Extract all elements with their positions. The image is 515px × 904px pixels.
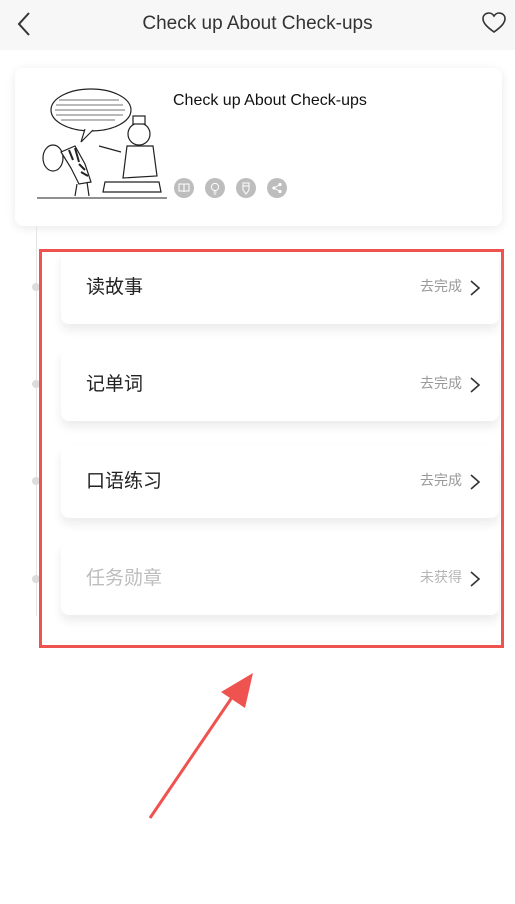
favorite-button[interactable] [477, 8, 511, 38]
book-icon[interactable] [174, 178, 194, 198]
lightbulb-icon[interactable] [205, 178, 225, 198]
share-icon[interactable] [267, 178, 287, 198]
pencil-icon[interactable] [236, 178, 256, 198]
page-title: Check up About Check-ups [142, 13, 373, 34]
book-title: Check up About Check-ups [173, 92, 367, 109]
chevron-left-icon [17, 12, 30, 36]
book-cover-illustration [37, 88, 167, 199]
book-actions [174, 178, 287, 198]
book-card[interactable]: Check up About Check-ups [15, 68, 502, 226]
highlight-box [39, 249, 504, 648]
top-bar: Check up About Check-ups [0, 0, 515, 50]
annotation-arrow [148, 673, 253, 819]
back-button[interactable] [8, 6, 40, 42]
heart-outline-icon [482, 12, 506, 33]
